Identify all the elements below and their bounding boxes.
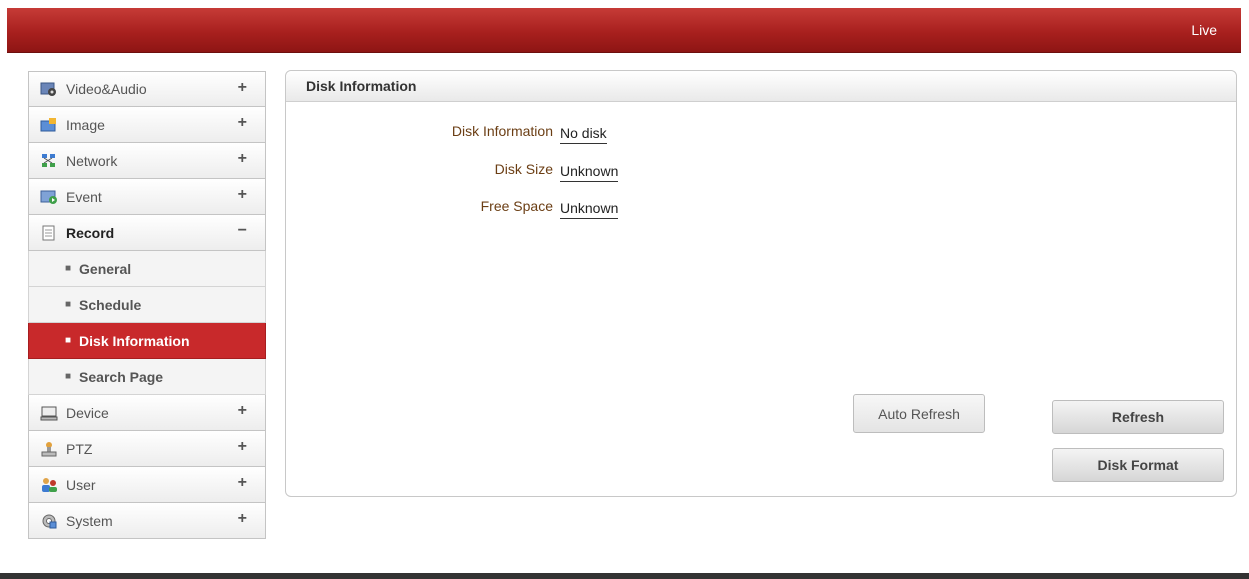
expand-plus-icon[interactable]: +: [238, 150, 247, 168]
record-icon: [40, 225, 58, 241]
free-space-row: Free Space Unknown: [286, 198, 686, 220]
sidebar-subitem-label: General: [79, 260, 132, 277]
disk-information-panel: Disk Information Disk Information No dis…: [285, 70, 1237, 497]
expand-plus-icon[interactable]: +: [238, 114, 247, 132]
system-icon: [40, 513, 58, 529]
field-label: Disk Size: [494, 161, 553, 177]
sidebar-item-label: Event: [66, 188, 102, 205]
ptz-icon: [40, 441, 58, 457]
sidebar-item-image[interactable]: Image +: [28, 107, 266, 143]
auto-refresh-button[interactable]: Auto Refresh: [853, 394, 985, 433]
expand-plus-icon[interactable]: +: [238, 510, 247, 528]
field-label: Disk Information: [451, 123, 553, 139]
collapse-minus-icon[interactable]: −: [238, 222, 247, 240]
network-icon: [40, 153, 58, 169]
sidebar-item-label: User: [66, 476, 96, 493]
image-icon: [40, 117, 58, 133]
bullet-icon: ■: [65, 371, 72, 382]
top-header-bar: Live: [7, 8, 1241, 53]
sidebar-item-label: Network: [66, 152, 118, 169]
sidebar-item-label: System: [66, 512, 113, 529]
sidebar-item-label: Record: [66, 224, 115, 241]
sidebar-item-label: PTZ: [66, 440, 93, 457]
refresh-button[interactable]: Refresh: [1052, 400, 1224, 434]
disk-information-value: No disk: [560, 125, 607, 144]
sidebar-subitem-label: Search Page: [79, 368, 164, 385]
bottom-bar: [0, 573, 1249, 579]
sidebar-item-label: Image: [66, 116, 105, 133]
sidebar-item-system[interactable]: System +: [28, 503, 266, 539]
sidebar-subitem-disk-information[interactable]: ■ Disk Information: [28, 323, 266, 359]
expand-plus-icon[interactable]: +: [238, 438, 247, 456]
sidebar-item-label: Video&Audio: [66, 81, 147, 97]
live-link[interactable]: Live: [1191, 22, 1217, 38]
panel-header: Disk Information: [286, 71, 1236, 102]
free-space-value: Unknown: [560, 200, 619, 219]
bullet-icon: ■: [65, 299, 72, 310]
sidebar-item-label: Device: [66, 404, 109, 421]
bullet-icon: ■: [65, 263, 72, 274]
panel-title: Disk Information: [306, 78, 417, 94]
sidebar-item-user[interactable]: User +: [28, 467, 266, 503]
sidebar-subitem-label: Schedule: [79, 296, 142, 313]
device-icon: [40, 405, 58, 421]
bullet-icon: ■: [65, 335, 72, 346]
sidebar-item-record[interactable]: Record −: [28, 215, 266, 251]
sidebar-subitem-search-page[interactable]: ■ Search Page: [28, 359, 266, 395]
expand-plus-icon[interactable]: +: [238, 474, 247, 492]
disk-format-button[interactable]: Disk Format: [1052, 448, 1224, 482]
user-icon: [40, 477, 58, 493]
sidebar-item-ptz[interactable]: PTZ +: [28, 431, 266, 467]
sidebar-item-network[interactable]: Network +: [28, 143, 266, 179]
sidebar-item-video-audio[interactable]: Video&Audio +: [28, 71, 266, 107]
sidebar-subitem-schedule[interactable]: ■ Schedule: [28, 287, 266, 323]
disk-size-row: Disk Size Unknown: [286, 161, 686, 183]
event-icon: [40, 189, 58, 205]
expand-plus-icon[interactable]: +: [238, 402, 247, 420]
expand-plus-icon[interactable]: +: [238, 186, 247, 204]
field-label: Free Space: [480, 198, 553, 214]
sidebar-subitem-label: Disk Information: [79, 332, 190, 349]
expand-plus-icon[interactable]: +: [238, 79, 247, 97]
sidebar-subitem-general[interactable]: ■ General: [28, 251, 266, 287]
sidebar-menu: Video&Audio + Image + Network + Event + …: [28, 71, 266, 539]
sidebar-item-event[interactable]: Event +: [28, 179, 266, 215]
sidebar-item-device[interactable]: Device +: [28, 395, 266, 431]
disk-size-value: Unknown: [560, 163, 619, 182]
video-audio-icon: [40, 81, 58, 97]
disk-information-row: Disk Information No disk: [286, 123, 686, 145]
